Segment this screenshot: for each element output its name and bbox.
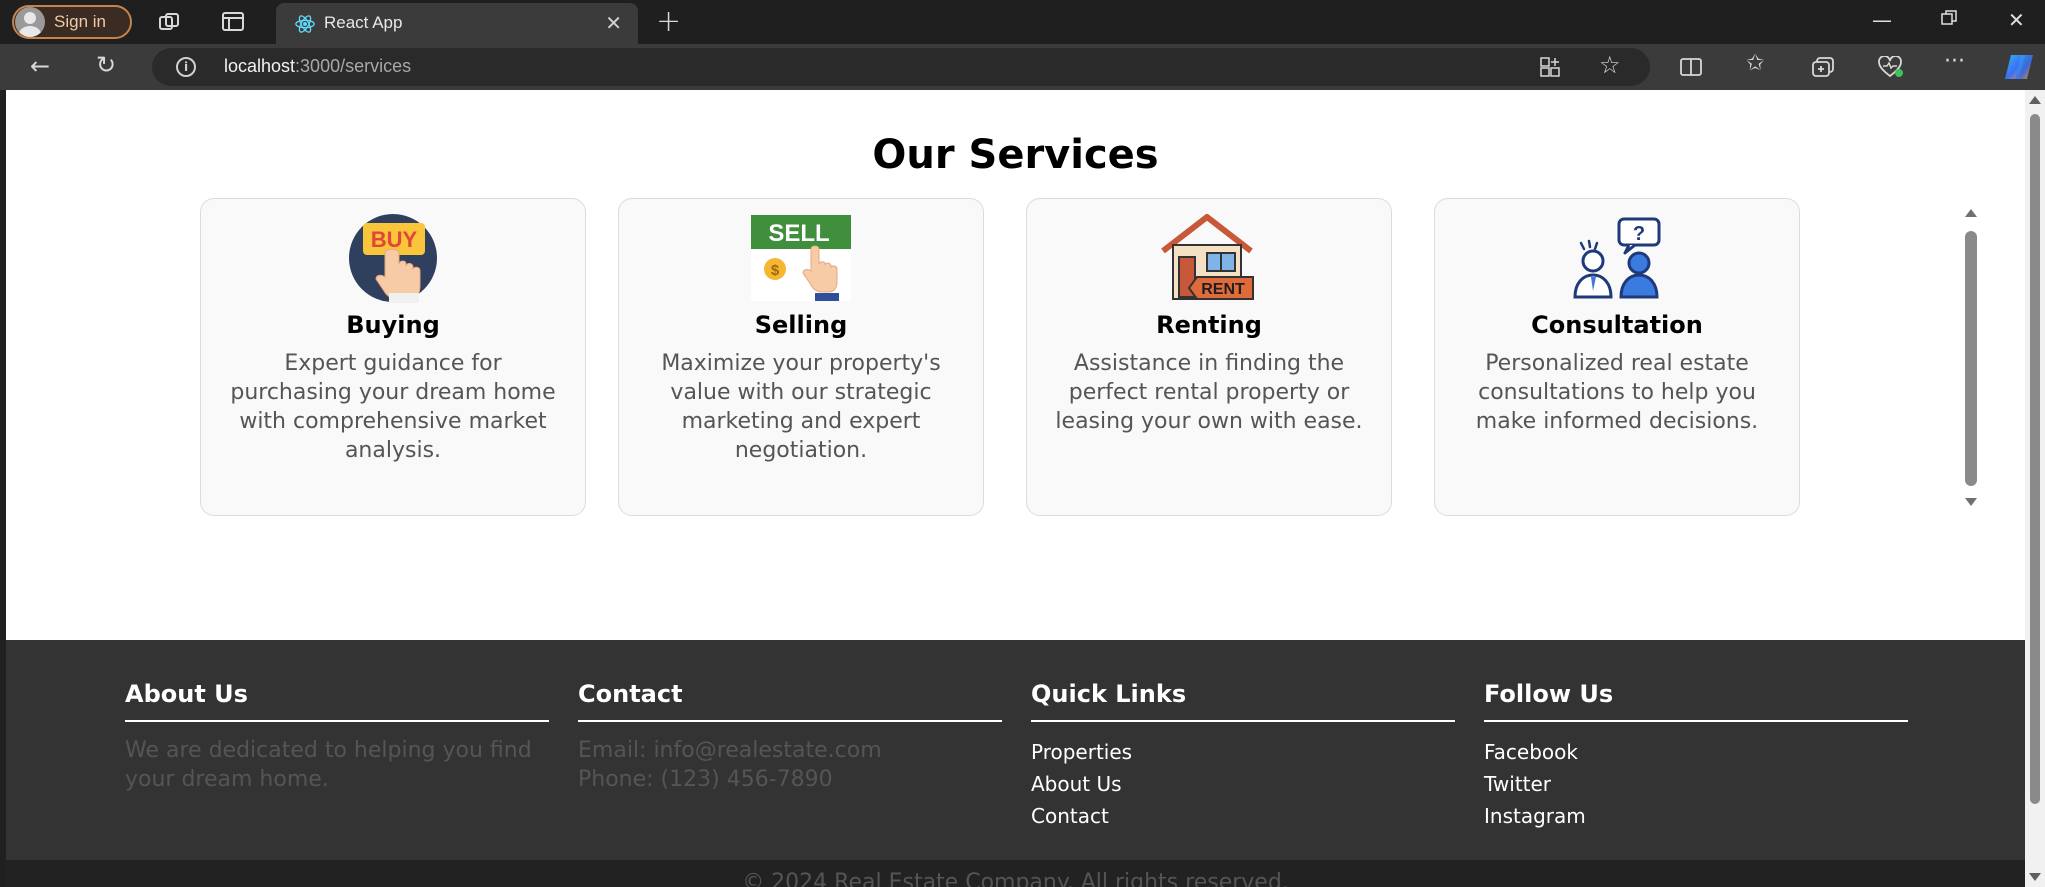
footer-heading: Follow Us <box>1484 680 1908 722</box>
footer-contact: Contact Email: info@realestate.com Phone… <box>578 680 1002 794</box>
footer-link-contact[interactable]: Contact <box>1031 800 1455 832</box>
footer-link-instagram[interactable]: Instagram <box>1484 800 1908 832</box>
minimize-icon[interactable]: — <box>1872 8 1892 32</box>
address-bar-row: ← ↻ i localhost:3000/services ☆ ✩ ··· <box>0 44 2045 90</box>
tab-title: React App <box>324 13 403 32</box>
tab-react-app[interactable]: React App ✕ <box>276 3 638 44</box>
sign-in-button[interactable]: Sign in <box>12 5 132 39</box>
react-logo-icon <box>295 15 315 33</box>
buy-sign-icon: BUY <box>349 214 437 303</box>
restore-icon[interactable] <box>1940 8 1958 32</box>
footer-link-twitter[interactable]: Twitter <box>1484 768 1908 800</box>
copyright-bar: © 2024 Real Estate Company. All rights r… <box>6 860 2025 887</box>
scroll-up-icon[interactable] <box>1965 209 1977 217</box>
sell-sign-icon: SELL $ <box>751 215 851 301</box>
service-title: Consultation <box>1531 311 1703 339</box>
service-card-consultation: ? Consultation Personalized real estate … <box>1434 198 1800 516</box>
copilot-icon[interactable] <box>2003 52 2037 85</box>
page-title: Our Services <box>872 132 1159 178</box>
service-title: Renting <box>1156 311 1262 339</box>
scrollbar-thumb[interactable] <box>2030 114 2040 804</box>
rent-house-icon: RENT <box>1161 214 1254 300</box>
footer-link-properties[interactable]: Properties <box>1031 736 1455 768</box>
footer-contact-info: Email: info@realestate.com Phone: (123) … <box>578 736 1002 794</box>
service-card-buying: BUY Buying Expert guidance for purchasin… <box>200 198 586 516</box>
url-text: localhost:3000/services <box>224 56 412 76</box>
footer: About Us We are dedicated to helping you… <box>6 640 2025 887</box>
sign-in-label: Sign in <box>54 12 106 31</box>
page-scrollbar[interactable] <box>2025 90 2045 887</box>
contact-email: Email: info@realestate.com <box>578 738 882 763</box>
address-bar[interactable]: i localhost:3000/services ☆ <box>152 48 1650 86</box>
collections-icon[interactable] <box>1812 57 1836 80</box>
scroll-up-icon[interactable] <box>2029 96 2041 104</box>
footer-link-about-us[interactable]: About Us <box>1031 768 1455 800</box>
page-viewport: Our Services BUY Buying Expert guidance … <box>6 90 2025 887</box>
scroll-down-icon[interactable] <box>1965 498 1977 506</box>
favorite-star-icon[interactable]: ☆ <box>1599 53 1621 77</box>
service-card-selling: SELL $ Selling Maximize your property's … <box>618 198 984 516</box>
workspaces-icon[interactable] <box>158 12 182 37</box>
footer-link-facebook[interactable]: Facebook <box>1484 736 1908 768</box>
scrollbar-thumb[interactable] <box>1965 231 1977 486</box>
service-description: Assistance in finding the perfect rental… <box>1055 351 1363 434</box>
more-options-icon[interactable]: ··· <box>1944 51 1965 73</box>
service-description: Maximize your property's value with our … <box>661 351 941 463</box>
back-icon[interactable]: ← <box>30 54 50 78</box>
svg-text:BUY: BUY <box>371 227 418 252</box>
footer-heading: Quick Links <box>1031 680 1455 722</box>
scroll-down-icon[interactable] <box>2029 873 2041 881</box>
footer-about: About Us We are dedicated to helping you… <box>125 680 549 794</box>
svg-text:SELL: SELL <box>768 220 829 247</box>
service-title: Buying <box>346 311 440 339</box>
browser-essentials-icon[interactable] <box>1878 55 1904 81</box>
service-title: Selling <box>754 311 848 339</box>
refresh-icon[interactable]: ↻ <box>96 53 116 77</box>
browser-tab-bar: Sign in React App ✕ + — ✕ <box>0 0 2045 44</box>
svg-text:RENT: RENT <box>1201 281 1245 298</box>
footer-quick-links: Quick Links Properties About Us Contact <box>1031 680 1455 832</box>
contact-phone: Phone: (123) 456-7890 <box>578 767 833 792</box>
split-screen-icon[interactable] <box>1680 57 1702 80</box>
consultation-icon: ? <box>1573 217 1661 299</box>
footer-heading: About Us <box>125 680 549 722</box>
footer-follow-us: Follow Us Facebook Twitter Instagram <box>1484 680 1908 832</box>
footer-heading: Contact <box>578 680 1002 722</box>
service-card-renting: RENT Renting Assistance in finding the p… <box>1026 198 1392 516</box>
copyright-text: © 2024 Real Estate Company. All rights r… <box>742 870 1289 887</box>
services-scrollbar[interactable] <box>1960 205 1982 510</box>
service-description: Expert guidance for purchasing your drea… <box>230 351 556 463</box>
service-description: Personalized real estate consultations t… <box>1475 351 1759 434</box>
tab-actions-icon[interactable] <box>222 12 244 35</box>
close-window-icon[interactable]: ✕ <box>2008 8 2025 32</box>
new-tab-icon[interactable]: + <box>656 4 681 39</box>
favorites-icon[interactable]: ✩ <box>1746 53 1764 75</box>
app-available-icon[interactable] <box>1540 57 1562 80</box>
svg-text:?: ? <box>1633 223 1645 245</box>
avatar-icon <box>15 7 45 37</box>
footer-about-text: We are dedicated to helping you find you… <box>125 738 532 792</box>
close-tab-icon[interactable]: ✕ <box>605 11 622 35</box>
svg-text:$: $ <box>771 262 780 279</box>
site-info-icon[interactable]: i <box>176 57 196 77</box>
